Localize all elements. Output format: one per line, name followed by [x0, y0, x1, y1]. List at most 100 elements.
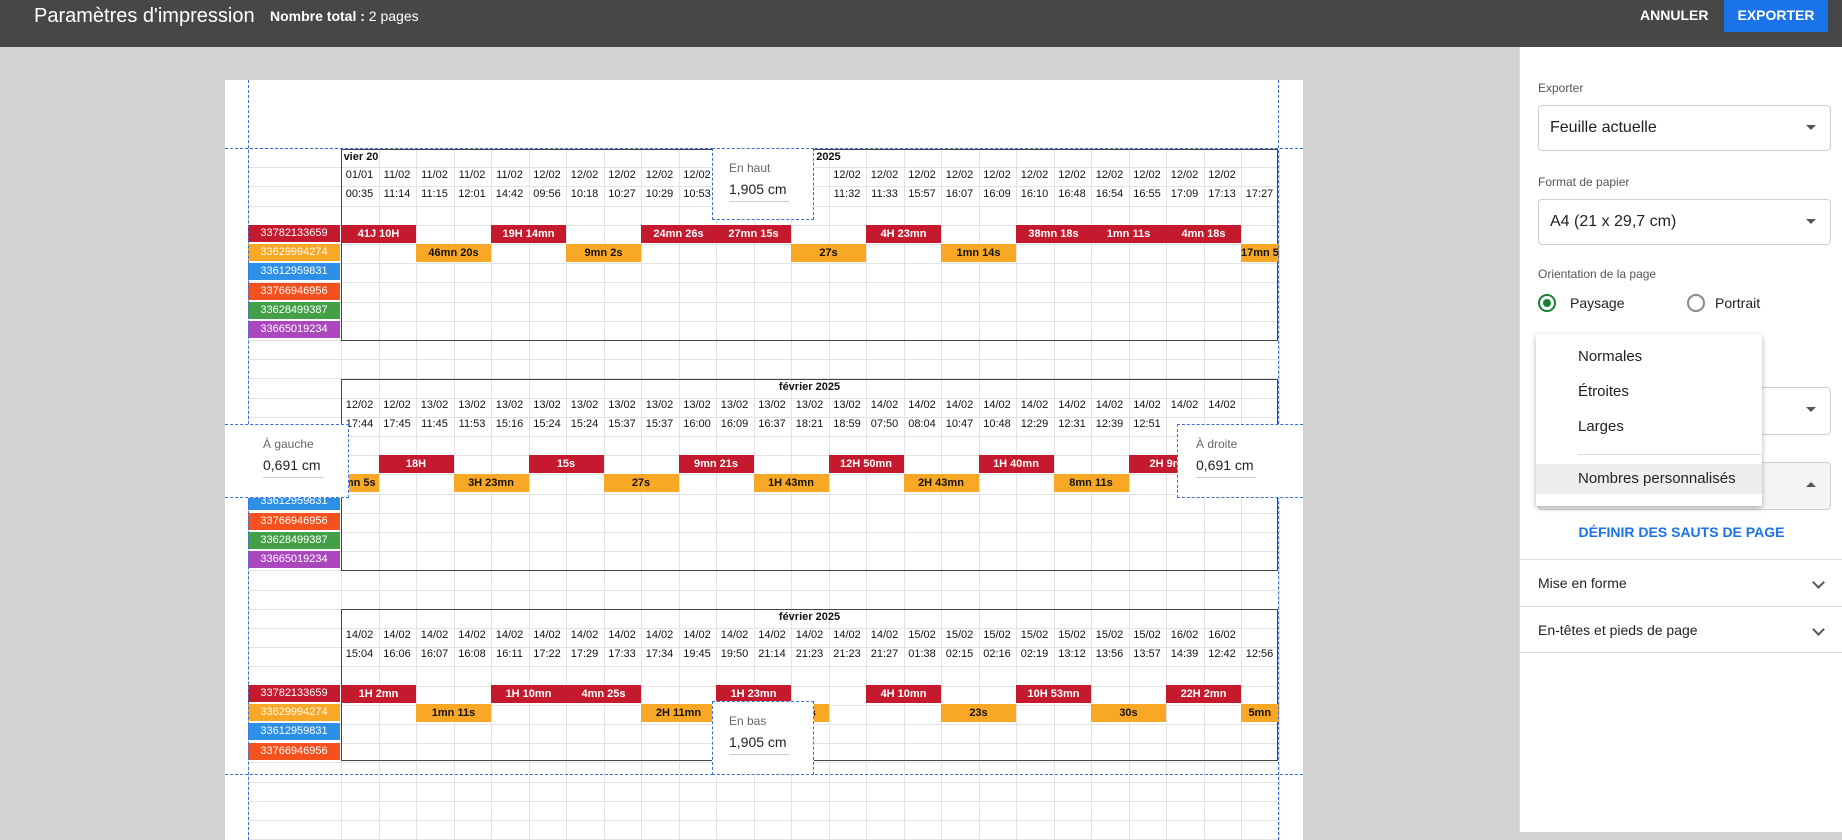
time-cell: 12:56: [1245, 648, 1274, 660]
margin-option-wide[interactable]: Larges: [1536, 412, 1762, 442]
landscape-radio[interactable]: [1538, 294, 1556, 312]
time-cell: 11:45: [421, 418, 448, 430]
date-cell: 13/02: [758, 399, 786, 411]
margin-option-normal[interactable]: Normales: [1536, 342, 1762, 372]
date-cell: 14/02: [570, 629, 599, 641]
duration-bar-orange: 5mn: [1241, 704, 1279, 722]
duration-bar-orange: 23s: [941, 704, 1016, 722]
duration-bar-red: 4H 23mn: [866, 225, 941, 243]
date-cell: 13/02: [795, 399, 824, 411]
time-cell: 21:23: [833, 648, 861, 660]
bottom-margin-box[interactable]: En bas 1,905 cm: [712, 701, 814, 775]
export-button[interactable]: EXPORTER: [1724, 0, 1828, 32]
orientation-label: Orientation de la page: [1538, 267, 1657, 281]
date-cell: 01/01: [345, 169, 374, 181]
row-label: 33612959831: [248, 263, 340, 281]
grid-row-line: [248, 359, 1278, 361]
define-page-breaks-button[interactable]: DÉFINIR DES SAUTS DE PAGE: [1520, 524, 1842, 540]
right-margin-input[interactable]: 0,691 cm: [1196, 457, 1256, 478]
margin-option-custom[interactable]: Nombres personnalisés: [1536, 464, 1762, 494]
date-cell: 14/02: [833, 629, 861, 641]
time-cell: 17:09: [1170, 188, 1199, 200]
date-cell: 14/02: [1058, 399, 1086, 411]
duration-bar-red: 12H 50mn: [828, 455, 904, 473]
date-cell: 12/02: [983, 169, 1011, 181]
duration-bar-orange: 1mn 11s: [416, 704, 491, 722]
date-cell: 15/02: [1095, 629, 1124, 641]
time-cell: 16:11: [496, 648, 523, 660]
time-cell: 21:14: [758, 648, 786, 660]
right-margin-box[interactable]: À droite 0,691 cm: [1177, 424, 1303, 498]
portrait-label[interactable]: Portrait: [1715, 295, 1760, 311]
time-cell: 11:33: [871, 188, 898, 200]
grid-row-line: [248, 820, 1278, 821]
duration-bar-red: 41J 10H: [341, 225, 416, 243]
chevron-down-icon: [1812, 576, 1825, 589]
row-label: 33628499387: [248, 531, 340, 549]
time-cell: 17:29: [570, 648, 599, 660]
time-cell: 14:39: [1170, 648, 1199, 660]
date-cell: 13/02: [645, 399, 674, 411]
page-count: Nombre total : 2 pages: [270, 8, 419, 24]
date-cell: 14/02: [345, 629, 374, 641]
duration-bar-red: 18H: [378, 455, 454, 473]
headers-footers-section[interactable]: En-têtes et pieds de page: [1520, 606, 1842, 653]
row-label: 33766946956: [248, 282, 340, 300]
time-cell: 15:16: [495, 418, 524, 430]
margin-option-narrow[interactable]: Étroites: [1536, 377, 1762, 407]
date-cell: 13/02: [458, 399, 486, 411]
time-cell: 13:56: [1095, 648, 1124, 660]
date-cell: 14/02: [495, 629, 524, 641]
duration-bar-orange: 27s: [603, 474, 679, 492]
date-cell: 12/02: [570, 169, 599, 181]
date-cell: 15/02: [983, 629, 1011, 641]
export-select[interactable]: Feuille actuelle: [1538, 105, 1831, 151]
date-cell: 14/02: [870, 399, 899, 411]
row-label: 33612959831: [248, 723, 340, 741]
time-cell: 16:10: [1020, 188, 1049, 200]
formatting-section[interactable]: Mise en forme: [1520, 559, 1842, 606]
page-title: Paramètres d'impression: [34, 5, 255, 27]
time-cell: 07:50: [870, 418, 899, 430]
duration-bar-orange: 2H 11mn: [641, 704, 716, 722]
date-cell: 11/02: [496, 169, 523, 181]
row-label: 33629994274: [248, 244, 340, 262]
menu-divider: [1578, 454, 1762, 455]
paper-size-select[interactable]: A4 (21 x 29,7 cm): [1538, 199, 1831, 245]
grid-row-line: [248, 589, 1278, 591]
date-cell: 12/02: [533, 169, 561, 181]
top-margin-input[interactable]: 1,905 cm: [729, 181, 789, 202]
time-cell: 12:51: [1133, 418, 1161, 430]
time-cell: 00:35: [345, 188, 374, 200]
time-cell: 17:33: [608, 648, 636, 660]
top-margin-label: En haut: [729, 161, 771, 175]
top-margin-box[interactable]: En haut 1,905 cm: [712, 148, 814, 220]
duration-bar-red: 4mn 18s: [1166, 225, 1241, 243]
date-cell: 12/02: [383, 399, 411, 411]
duration-bar-orange: 17mn 5: [1241, 244, 1279, 262]
date-cell: 12/02: [908, 169, 936, 181]
bottom-margin-label: En bas: [729, 714, 767, 728]
date-cell: 14/02: [1095, 399, 1124, 411]
left-margin-input[interactable]: 0,691 cm: [263, 457, 323, 478]
date-cell: 12/02: [1058, 169, 1086, 181]
bottom-margin-input[interactable]: 1,905 cm: [729, 734, 789, 755]
chevron-down-icon: [1806, 407, 1816, 412]
time-cell: 10:29: [645, 188, 674, 200]
portrait-radio[interactable]: [1687, 294, 1705, 312]
landscape-label[interactable]: Paysage: [1570, 295, 1624, 311]
time-cell: 19:45: [683, 648, 711, 660]
date-cell: 14/02: [1020, 399, 1049, 411]
chevron-down-icon: [1806, 219, 1816, 224]
left-margin-box[interactable]: À gauche 0,691 cm: [225, 424, 349, 498]
row-label: 33782133659: [248, 225, 340, 242]
time-cell: 12:29: [1020, 418, 1049, 430]
duration-bar-red: 1H 40mn: [978, 455, 1054, 473]
top-bar: Paramètres d'impression Nombre total : 2…: [0, 0, 1842, 47]
time-cell: 16:08: [458, 648, 486, 660]
time-cell: 21:27: [870, 648, 899, 660]
time-cell: 10:48: [983, 418, 1011, 430]
duration-bar-orange: 8mn 11s: [1053, 474, 1129, 492]
date-cell: 12/02: [1095, 169, 1124, 181]
cancel-button[interactable]: ANNULER: [1628, 0, 1720, 32]
